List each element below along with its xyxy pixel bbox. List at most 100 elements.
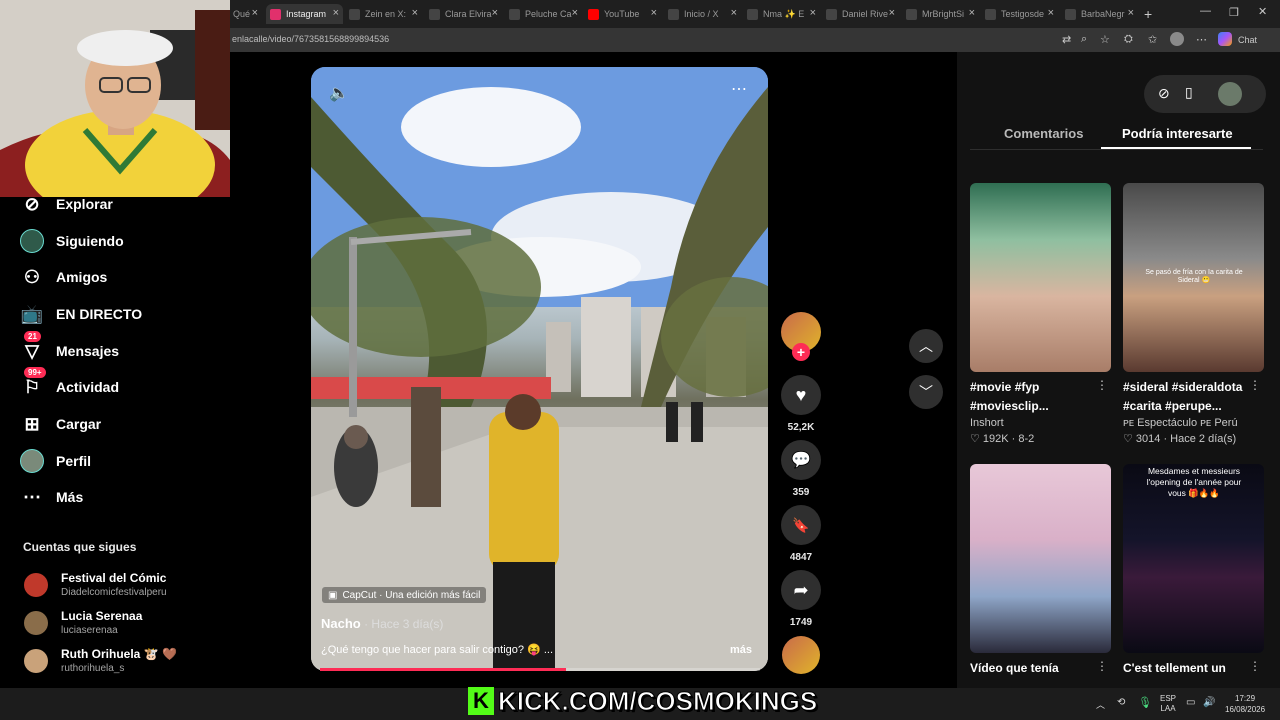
compass-icon[interactable]: ⊘ bbox=[1158, 85, 1170, 102]
copilot-icon[interactable] bbox=[1218, 32, 1232, 46]
tab-close-icon[interactable]: × bbox=[1128, 7, 1134, 19]
user-avatar[interactable] bbox=[1218, 82, 1242, 106]
card-thumbnail[interactable]: Mesdames et messieurs l'opening de l'ann… bbox=[1123, 464, 1264, 653]
followed-account[interactable]: Lucia Serenaa luciaserenaa bbox=[24, 609, 142, 636]
card-thumbnail[interactable] bbox=[970, 464, 1111, 653]
tab-close-icon[interactable]: × bbox=[572, 7, 578, 19]
share-button[interactable]: ➦ bbox=[781, 570, 821, 610]
sidebar-item-perfil[interactable]: Perfil bbox=[20, 448, 91, 474]
browser-tab[interactable]: Daniel Rive × bbox=[822, 4, 899, 24]
bookmark-star-icon[interactable]: ☆ bbox=[1100, 33, 1110, 46]
tab-close-icon[interactable]: × bbox=[889, 7, 895, 19]
card-menu-icon[interactable]: ⋮ bbox=[1249, 659, 1261, 673]
minimize-icon[interactable]: — bbox=[1200, 5, 1211, 17]
tab-close-icon[interactable]: × bbox=[333, 7, 339, 19]
video-progress-bar[interactable] bbox=[320, 668, 760, 671]
share-action[interactable]: ➦ 1749 bbox=[781, 570, 821, 628]
zoom-icon[interactable]: ⌕ bbox=[1081, 33, 1087, 46]
card-user[interactable]: ᴘᴇ Espectáculo ᴘᴇ Perú bbox=[1123, 417, 1264, 429]
tab-close-icon[interactable]: × bbox=[412, 7, 418, 19]
save-action[interactable]: 🔖 4847 bbox=[781, 505, 821, 563]
url-text[interactable]: enlacalle/video/7673581568899894536 bbox=[232, 34, 389, 44]
account-avatar[interactable] bbox=[24, 572, 48, 597]
video-options-icon[interactable]: ⋯ bbox=[731, 79, 747, 99]
followed-account[interactable]: Ruth Orihuela 🐮 🤎 ruthorihuela_s bbox=[24, 647, 177, 674]
follow-plus-icon[interactable]: + bbox=[792, 343, 810, 361]
author-name[interactable]: Nacho bbox=[321, 616, 361, 631]
mobile-icon[interactable]: ▯ bbox=[1185, 84, 1193, 101]
suggested-video-card[interactable]: Mesdames et messieurs l'opening de l'ann… bbox=[1123, 464, 1264, 678]
sidebar-item-en-directo[interactable]: 📺 EN DIRECTO bbox=[20, 301, 142, 327]
sidebar-item-cargar[interactable]: ⊞ Cargar bbox=[20, 411, 101, 437]
tab-close-icon[interactable]: × bbox=[492, 7, 498, 19]
network-icon[interactable]: ▭ bbox=[1186, 697, 1195, 708]
tab-close-icon[interactable]: × bbox=[731, 7, 737, 19]
suggested-video-card[interactable]: Se pasó de fría con Ia carita de Sideral… bbox=[1123, 183, 1264, 445]
music-disc-icon[interactable] bbox=[782, 636, 820, 674]
menu-dots-icon[interactable]: ⋯ bbox=[1196, 33, 1207, 46]
sidebar-item-más[interactable]: ⋯ Más bbox=[20, 484, 83, 510]
browser-tab[interactable]: Qué × bbox=[229, 4, 262, 24]
sidebar-item-explorar[interactable]: ⊘ Explorar bbox=[20, 191, 112, 217]
account-name[interactable]: Festival del Cómic bbox=[61, 571, 167, 585]
save-button[interactable]: 🔖 bbox=[781, 505, 821, 545]
followed-account[interactable]: Festival del Cómic Diadelcomicfestivalper… bbox=[24, 571, 167, 598]
video-author[interactable]: Nacho · Hace 3 día(s) bbox=[321, 616, 443, 631]
account-avatar[interactable] bbox=[24, 648, 48, 673]
browser-tab[interactable]: BarbaNegr × bbox=[1061, 4, 1138, 24]
account-name[interactable]: Lucia Serenaa bbox=[61, 609, 142, 623]
browser-tab[interactable]: Peluche Ca × bbox=[505, 4, 582, 24]
next-video-button[interactable]: ﹀ bbox=[909, 375, 943, 409]
browser-tab[interactable]: MrBrightSi × bbox=[902, 4, 979, 24]
like-action[interactable]: ♥ 52,2K bbox=[781, 375, 821, 433]
account-avatar[interactable] bbox=[24, 610, 48, 635]
browser-tab[interactable]: Zein en X: × bbox=[345, 4, 422, 24]
like-button[interactable]: ♥ bbox=[781, 375, 821, 415]
sidebar-item-actividad[interactable]: ⚐ 99+ Actividad bbox=[20, 367, 119, 400]
profile-avatar-icon[interactable] bbox=[1170, 32, 1184, 46]
browser-tab[interactable]: Inicio / X × bbox=[664, 4, 741, 24]
caption-more-link[interactable]: más bbox=[730, 644, 752, 656]
new-tab-icon[interactable]: + bbox=[1144, 6, 1152, 22]
tab-close-icon[interactable]: × bbox=[651, 7, 657, 19]
previous-video-button[interactable]: ︿ bbox=[909, 329, 943, 363]
suggested-video-card[interactable]: Vídeo que tenía ⋮ bbox=[970, 464, 1111, 678]
card-menu-icon[interactable]: ⋮ bbox=[1096, 659, 1108, 673]
card-user[interactable]: Inshort bbox=[970, 417, 1111, 429]
language-indicator[interactable]: ESP LAA bbox=[1160, 694, 1176, 714]
sidebar-item-siguiendo[interactable]: Siguiendo bbox=[20, 228, 124, 254]
browser-tab[interactable]: Clara Elvira × bbox=[425, 4, 502, 24]
volume-icon[interactable]: 🔈 bbox=[329, 83, 349, 103]
creator-avatar-button[interactable]: + bbox=[781, 312, 821, 361]
translate-icon[interactable]: ⇄ bbox=[1062, 33, 1071, 46]
tray-app-icon[interactable]: ⟲ bbox=[1117, 697, 1125, 708]
extension-icon[interactable]: ⛭ bbox=[1124, 33, 1133, 46]
card-menu-icon[interactable]: ⋮ bbox=[1249, 378, 1261, 392]
card-thumbnail[interactable]: Se pasó de fría con Ia carita de Sideral… bbox=[1123, 183, 1264, 372]
favorites-icon[interactable]: ✩ bbox=[1148, 33, 1157, 46]
comment-button[interactable]: 💬 bbox=[781, 440, 821, 480]
account-name[interactable]: Ruth Orihuela 🐮 🤎 bbox=[61, 647, 177, 661]
browser-tab[interactable]: YouTube × bbox=[584, 4, 661, 24]
tab-close-icon[interactable]: × bbox=[252, 7, 258, 19]
card-thumbnail[interactable] bbox=[970, 183, 1111, 372]
capcut-badge[interactable]: ▣ CapCut · Una edición más fácil bbox=[322, 587, 487, 603]
tab-might-interest[interactable]: Podría interesarte bbox=[1122, 126, 1233, 141]
tab-close-icon[interactable]: × bbox=[810, 7, 816, 19]
tray-chevron-icon[interactable]: ︿ bbox=[1096, 698, 1105, 711]
close-window-icon[interactable]: ✕ bbox=[1258, 5, 1267, 18]
chat-button[interactable]: Chat bbox=[1238, 35, 1257, 45]
tab-close-icon[interactable]: × bbox=[969, 7, 975, 19]
browser-tab[interactable]: Instagram × bbox=[266, 4, 343, 24]
card-menu-icon[interactable]: ⋮ bbox=[1096, 378, 1108, 392]
browser-tab[interactable]: Testigosde × bbox=[981, 4, 1058, 24]
browser-tab[interactable]: Nma ✨ E × bbox=[743, 4, 820, 24]
sidebar-item-mensajes[interactable]: ▽ 21 Mensajes bbox=[20, 331, 119, 364]
suggested-video-card[interactable]: #movie #fyp #moviesclip... ⋮ Inshort ♡ 19… bbox=[970, 183, 1111, 445]
video-player[interactable]: 🔈 ⋯ bbox=[311, 67, 768, 671]
microphone-icon[interactable]: 🎙 bbox=[1138, 696, 1152, 709]
volume-tray-icon[interactable]: 🔊 bbox=[1203, 697, 1215, 708]
tab-comments[interactable]: Comentarios bbox=[1004, 126, 1083, 141]
tab-close-icon[interactable]: × bbox=[1048, 7, 1054, 19]
sidebar-item-amigos[interactable]: ⚇ Amigos bbox=[20, 264, 107, 290]
